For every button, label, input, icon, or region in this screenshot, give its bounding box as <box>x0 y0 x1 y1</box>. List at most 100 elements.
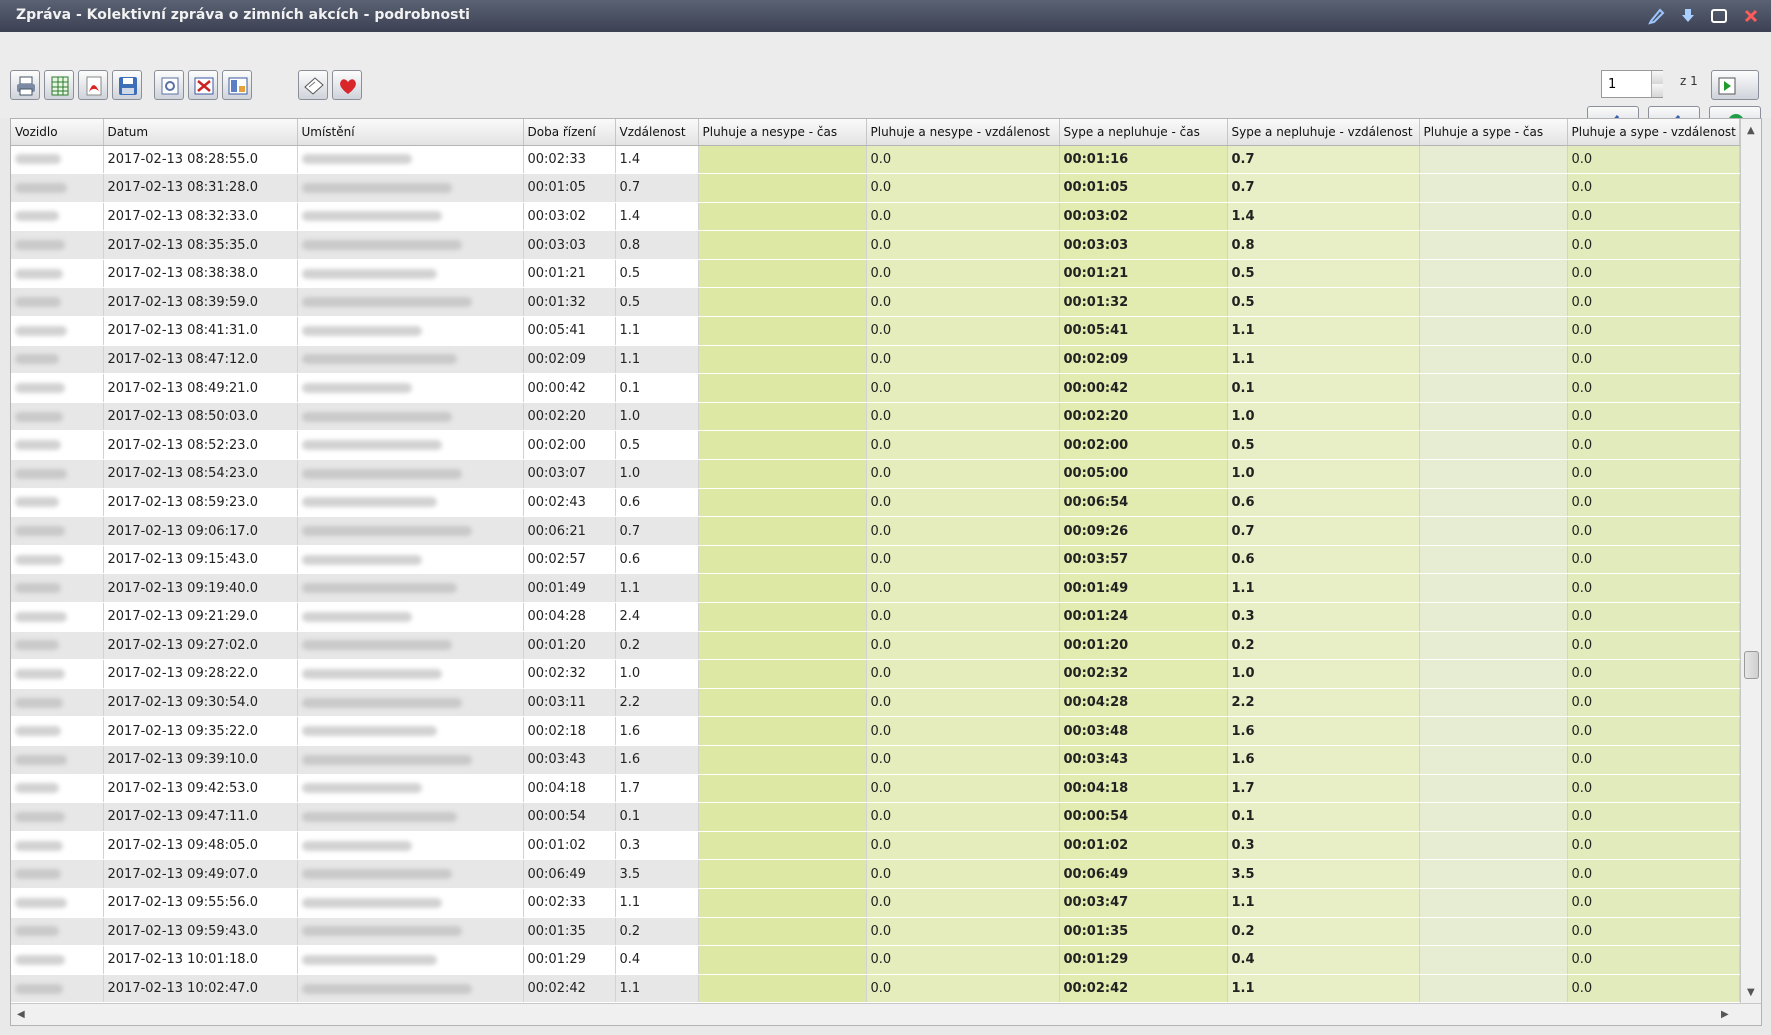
table-row[interactable]: 2017-02-13 08:49:21.0 00:00:42 0.1 0.0 00:00… <box>11 373 1740 403</box>
page-count-label: z 1 <box>1680 74 1698 88</box>
vertical-scrollbar[interactable]: ▲ ▼ <box>1740 119 1761 1003</box>
table-row[interactable]: 2017-02-13 08:59:23.0 00:02:43 0.6 0.0 00:06… <box>11 488 1740 518</box>
plow-spread-time-cell <box>1419 917 1568 947</box>
column-header[interactable]: Umístění <box>297 119 524 146</box>
compare-button[interactable] <box>188 70 218 100</box>
table-row[interactable]: 2017-02-13 08:41:31.0 00:05:41 1.1 0.0 00:05… <box>11 316 1740 346</box>
column-header[interactable]: Pluhuje a sype - vzdálenost <box>1567 119 1740 146</box>
spread-no-plow-distance-cell: 0.8 <box>1227 230 1420 260</box>
column-header[interactable]: Pluhuje a nesype - vzdálenost <box>866 119 1060 146</box>
drive-time-cell: 00:02:33 <box>523 145 616 175</box>
redacted-text <box>15 526 65 537</box>
table-row[interactable]: 2017-02-13 09:30:54.0 00:03:11 2.2 0.0 00:04… <box>11 688 1740 718</box>
plow-spread-distance-cell: 0.0 <box>1567 202 1740 232</box>
plow-spread-time-cell <box>1419 802 1568 832</box>
table-row[interactable]: 2017-02-13 09:42:53.0 00:04:18 1.7 0.0 00:04… <box>11 774 1740 804</box>
column-header[interactable]: Sype a nepluhuje - čas <box>1059 119 1228 146</box>
column-header[interactable]: Sype a nepluhuje - vzdálenost <box>1227 119 1420 146</box>
redacted-text <box>15 811 65 822</box>
scroll-up-icon[interactable]: ▲ <box>1747 125 1755 136</box>
plow-no-spread-distance-cell: 0.0 <box>866 373 1060 403</box>
redacted-text <box>301 325 422 336</box>
table-row[interactable]: 2017-02-13 08:35:35.0 00:03:03 0.8 0.0 00:03… <box>11 230 1740 260</box>
table-row[interactable]: 2017-02-13 08:32:33.0 00:03:02 1.4 0.0 00:03… <box>11 202 1740 232</box>
spread-no-plow-distance-cell: 0.4 <box>1227 945 1420 975</box>
edit-icon[interactable] <box>1648 7 1666 25</box>
table-row[interactable]: 2017-02-13 10:01:18.0 00:01:29 0.4 0.0 00:01… <box>11 945 1740 975</box>
column-header[interactable]: Vzdálenost <box>615 119 699 146</box>
plow-spread-time-cell <box>1419 173 1568 203</box>
redacted-text <box>301 268 437 279</box>
column-header[interactable]: Pluhuje a sype - čas <box>1419 119 1568 146</box>
table-row[interactable]: 2017-02-13 08:28:55.0 00:02:33 1.4 0.0 00:01… <box>11 145 1740 175</box>
plow-spread-distance-cell: 0.0 <box>1567 716 1740 746</box>
table-row[interactable]: 2017-02-13 09:48:05.0 00:01:02 0.3 0.0 00:01… <box>11 831 1740 861</box>
note-button[interactable] <box>298 70 328 100</box>
table-row[interactable]: 2017-02-13 08:38:38.0 00:01:21 0.5 0.0 00:01… <box>11 259 1740 289</box>
layout-button[interactable] <box>222 70 252 100</box>
horizontal-scrollbar[interactable]: ◀ ▶ <box>11 1003 1761 1025</box>
table-row[interactable]: 2017-02-13 08:31:28.0 00:01:05 0.7 0.0 00:01… <box>11 173 1740 203</box>
table-row[interactable]: 2017-02-13 09:47:11.0 00:00:54 0.1 0.0 00:00… <box>11 802 1740 832</box>
preview-button[interactable] <box>154 70 184 100</box>
table-row[interactable]: 2017-02-13 09:15:43.0 00:02:57 0.6 0.0 00:03… <box>11 545 1740 575</box>
vehicle-cell <box>11 202 104 232</box>
table-row[interactable]: 2017-02-13 08:47:12.0 00:02:09 1.1 0.0 00:02… <box>11 345 1740 375</box>
table-row[interactable]: 2017-02-13 09:49:07.0 00:06:49 3.5 0.0 00:06… <box>11 859 1740 889</box>
maximize-icon[interactable] <box>1710 7 1728 25</box>
table-row[interactable]: 2017-02-13 09:27:02.0 00:01:20 0.2 0.0 00:01… <box>11 631 1740 661</box>
table-row[interactable]: 2017-02-13 09:19:40.0 00:01:49 1.1 0.0 00:01… <box>11 573 1740 603</box>
date-cell: 2017-02-13 09:48:05.0 <box>103 831 298 861</box>
plow-spread-time-cell <box>1419 974 1568 1004</box>
spread-no-plow-time-cell: 00:02:00 <box>1059 430 1228 461</box>
redacted-text <box>15 869 61 880</box>
download-icon[interactable] <box>1679 7 1697 25</box>
column-header[interactable]: Doba řízení <box>523 119 616 146</box>
table-row[interactable]: 2017-02-13 08:52:23.0 00:02:00 0.5 0.0 00:02… <box>11 430 1740 461</box>
table-row[interactable]: 2017-02-13 08:50:03.0 00:02:20 1.0 0.0 00:02… <box>11 402 1740 432</box>
distance-cell: 0.2 <box>615 631 699 661</box>
table-row[interactable]: 2017-02-13 09:28:22.0 00:02:32 1.0 0.0 00:02… <box>11 659 1740 689</box>
table-row[interactable]: 2017-02-13 09:35:22.0 00:02:18 1.6 0.0 00:03… <box>11 716 1740 746</box>
save-button[interactable] <box>112 70 142 100</box>
date-cell: 2017-02-13 09:39:10.0 <box>103 745 298 775</box>
table-row[interactable]: 2017-02-13 09:39:10.0 00:03:43 1.6 0.0 00:03… <box>11 745 1740 775</box>
vehicle-cell <box>11 430 104 461</box>
table-row[interactable]: 2017-02-13 08:39:59.0 00:01:32 0.5 0.0 00:01… <box>11 287 1740 318</box>
export-excel-button[interactable] <box>44 70 74 100</box>
spread-no-plow-distance-cell: 0.2 <box>1227 917 1420 947</box>
export-pdf-button[interactable] <box>78 70 108 100</box>
go-page-button[interactable] <box>1711 70 1759 100</box>
page-up-spinner[interactable] <box>1651 71 1663 84</box>
table-row[interactable]: 2017-02-13 09:21:29.0 00:04:28 2.4 0.0 00:01… <box>11 602 1740 632</box>
column-header[interactable]: Pluhuje a nesype - čas <box>698 119 867 146</box>
date-cell: 2017-02-13 08:38:38.0 <box>103 259 298 289</box>
redacted-text <box>15 154 61 165</box>
scroll-down-icon[interactable]: ▼ <box>1747 987 1755 998</box>
distance-cell: 1.4 <box>615 202 699 232</box>
table-row[interactable]: 2017-02-13 09:06:17.0 00:06:21 0.7 0.0 00:09… <box>11 516 1740 546</box>
favorite-button[interactable] <box>332 70 362 100</box>
redacted-text <box>301 783 422 794</box>
table-row[interactable]: 2017-02-13 08:54:23.0 00:03:07 1.0 0.0 00:05… <box>11 459 1740 489</box>
distance-cell: 0.2 <box>615 917 699 947</box>
scroll-left-icon[interactable]: ◀ <box>17 1009 25 1020</box>
table-row[interactable]: 2017-02-13 09:59:43.0 00:01:35 0.2 0.0 00:01… <box>11 917 1740 947</box>
column-header[interactable]: Datum <box>103 119 298 146</box>
plow-spread-distance-cell: 0.0 <box>1567 316 1740 346</box>
table-row[interactable]: 2017-02-13 09:55:56.0 00:02:33 1.1 0.0 00:03… <box>11 888 1740 918</box>
column-header[interactable]: Vozidlo <box>11 119 104 146</box>
plow-no-spread-time-cell <box>698 488 867 518</box>
print-button[interactable] <box>10 70 40 100</box>
plow-no-spread-distance-cell: 0.0 <box>866 917 1060 947</box>
page-down-spinner[interactable] <box>1651 84 1663 97</box>
drive-time-cell: 00:02:57 <box>523 545 616 575</box>
table-row[interactable]: 2017-02-13 10:02:47.0 00:02:42 1.1 0.0 00:02… <box>11 974 1740 1004</box>
date-cell: 2017-02-13 08:31:28.0 <box>103 173 298 203</box>
close-icon[interactable] <box>1742 7 1760 25</box>
vehicle-cell <box>11 230 104 260</box>
plow-no-spread-time-cell <box>698 316 867 346</box>
scroll-right-icon[interactable]: ▶ <box>1721 1009 1729 1020</box>
spread-no-plow-time-cell: 00:01:05 <box>1059 173 1228 203</box>
vertical-scroll-thumb[interactable] <box>1744 651 1759 679</box>
